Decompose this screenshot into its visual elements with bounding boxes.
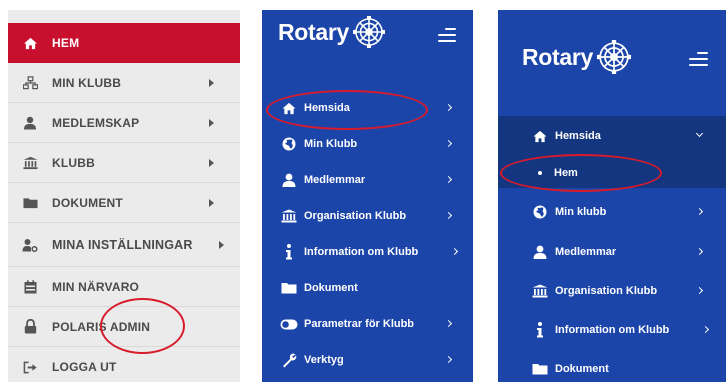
bank-icon (22, 155, 38, 171)
menu-item-label: DOKUMENT (52, 195, 123, 210)
menu-item-mina-installningar[interactable]: MINA INSTÄLLNINGAR (8, 223, 240, 267)
chevron-right-icon (444, 103, 453, 112)
chevron-right-icon (444, 211, 453, 220)
menu-item-klubb[interactable]: KLUBB (8, 143, 240, 183)
nav-item-parametrar-for-klubb[interactable]: Parametrar för Klubb (262, 306, 473, 342)
chevron-right-icon (444, 139, 453, 148)
menu-toggle-button[interactable] (688, 52, 708, 67)
info-icon (531, 322, 549, 338)
rotary-sidebar-expanded: Rotary Hemsida Hem Min klubb Medlemmar O… (498, 10, 726, 382)
rotary-sidebar-collapsed: Rotary Hemsida Min Klubb Medlemmar Organ… (262, 10, 473, 382)
user-cog-icon (22, 237, 38, 253)
menu-item-label: MINA INSTÄLLNINGAR (52, 237, 193, 252)
user-icon (22, 115, 38, 131)
calendar-icon (22, 279, 38, 295)
chevron-right-icon (450, 247, 459, 256)
globe-icon (280, 136, 298, 152)
chevron-right-icon (219, 240, 224, 249)
old-sidebar-menu: HEM MIN KLUBB MEDLEMSKAP KLUBB DOKUMENT … (8, 10, 240, 382)
home-icon (22, 35, 38, 51)
chevron-right-icon (444, 355, 453, 364)
folder-icon (280, 280, 298, 296)
nav-item-dokument[interactable]: Dokument (498, 351, 726, 382)
sitemap-icon (22, 75, 38, 91)
menu-item-dokument[interactable]: DOKUMENT (8, 183, 240, 223)
menu-item-label: HEM (52, 36, 80, 50)
nav-item-medlemmar[interactable]: Medlemmar (262, 162, 473, 198)
menu-item-label: MIN NÄRVARO (52, 279, 140, 294)
menu-item-label: MIN KLUBB (52, 75, 122, 90)
info-icon (280, 244, 298, 260)
chevron-right-icon (209, 158, 214, 167)
menu-item-label: MEDLEMSKAP (52, 115, 140, 130)
bank-icon (531, 283, 549, 299)
chevron-right-icon (209, 118, 214, 127)
menu-toggle-button[interactable] (436, 28, 456, 43)
rotary-wheel-icon (597, 40, 632, 74)
rotary-logo: Rotary (522, 40, 632, 74)
nav-item-min-klubb[interactable]: Min Klubb (262, 126, 473, 162)
sign-out-icon (22, 359, 38, 375)
nav-item-min-klubb[interactable]: Min klubb (498, 194, 726, 230)
bank-icon (280, 208, 298, 224)
toggle-icon (280, 316, 298, 332)
user-icon (280, 172, 298, 188)
folder-icon (22, 195, 38, 211)
chevron-down-icon (695, 129, 704, 138)
chevron-right-icon (701, 325, 710, 334)
chevron-right-icon (444, 175, 453, 184)
menu-item-label: LOGGA UT (52, 360, 117, 374)
wrench-icon (280, 352, 298, 368)
lock-icon (22, 319, 38, 335)
user-icon (531, 244, 549, 260)
nav-item-medlemmar[interactable]: Medlemmar (498, 234, 726, 270)
menu-item-medlemskap[interactable]: MEDLEMSKAP (8, 103, 240, 143)
menu-item-min-narvaro[interactable]: MIN NÄRVARO (8, 267, 240, 307)
nav-subitem-hem[interactable]: Hem (498, 155, 726, 191)
rotary-wheel-icon (353, 16, 386, 48)
nav-item-hemsida[interactable]: Hemsida (498, 118, 726, 154)
nav-item-organisation-klubb[interactable]: Organisation Klubb (262, 198, 473, 234)
menu-item-min-klubb[interactable]: MIN KLUBB (8, 63, 240, 103)
home-icon (531, 128, 549, 144)
menu-item-label: POLARIS ADMIN (52, 319, 151, 334)
home-icon (280, 100, 298, 116)
nav-item-information-om-klubb[interactable]: Information om Klubb (262, 234, 473, 270)
nav-item-information-om-klubb[interactable]: Information om Klubb (498, 312, 726, 348)
rotary-logo: Rotary (278, 16, 386, 48)
nav-item-dokument[interactable]: Dokument (262, 270, 473, 306)
chevron-right-icon (209, 198, 214, 207)
globe-icon (531, 204, 549, 220)
folder-icon (531, 361, 549, 377)
nav-item-verktyg[interactable]: Verktyg (262, 342, 473, 378)
bullet-icon (538, 171, 542, 175)
chevron-right-icon (444, 319, 453, 328)
nav-item-organisation-klubb[interactable]: Organisation Klubb (498, 273, 726, 309)
menu-item-logga-ut[interactable]: LOGGA UT (8, 347, 240, 382)
chevron-right-icon (695, 286, 704, 295)
menu-item-polaris-admin[interactable]: POLARIS ADMIN (8, 307, 240, 347)
menu-item-label: KLUBB (52, 155, 95, 170)
chevron-right-icon (695, 247, 704, 256)
menu-item-hem[interactable]: HEM (8, 23, 240, 63)
nav-item-hemsida[interactable]: Hemsida (262, 90, 473, 126)
chevron-right-icon (209, 78, 214, 87)
chevron-right-icon (695, 207, 704, 216)
